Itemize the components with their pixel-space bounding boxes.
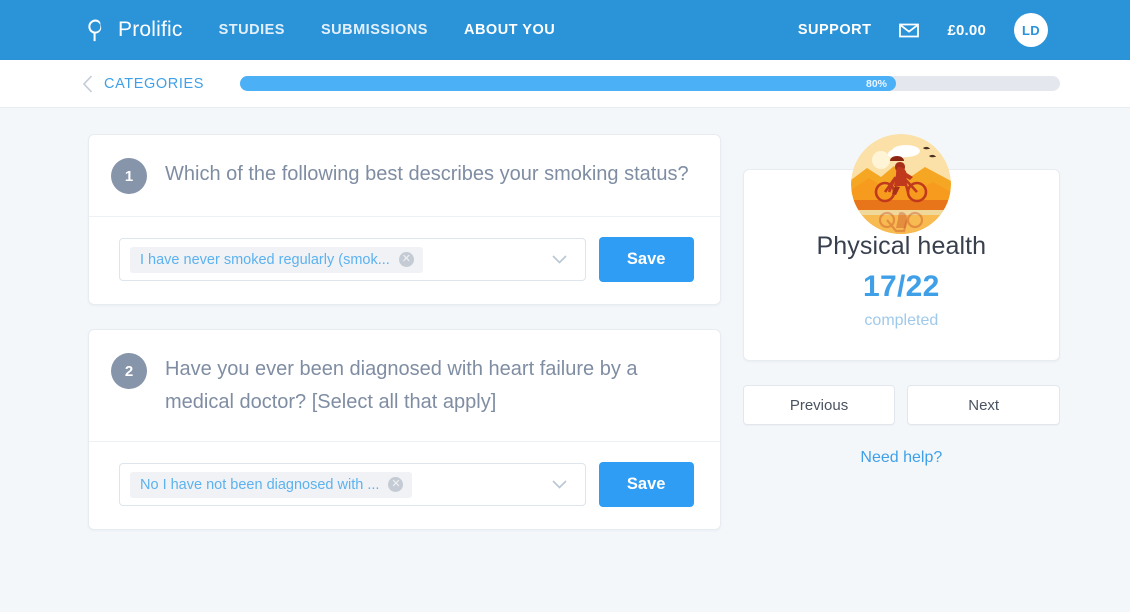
question-header: 2 Have you ever been diagnosed with hear… [89, 330, 720, 441]
nav-item-studies[interactable]: STUDIES [219, 22, 285, 38]
close-circle-icon[interactable]: ✕ [388, 477, 404, 492]
prolific-logo-icon [88, 19, 102, 41]
nav-item-submissions[interactable]: SUBMISSIONS [321, 22, 428, 38]
selected-answer-chip: I have never smoked regularly (smok... ✕ [130, 246, 423, 273]
main-content: 1 Which of the following best describes … [0, 108, 1130, 554]
question-card: 2 Have you ever been diagnosed with hear… [88, 329, 721, 530]
nav-item-about-you[interactable]: ABOUT YOU [464, 22, 555, 38]
question-text: Have you ever been diagnosed with heart … [165, 358, 638, 413]
need-help-link[interactable]: Need help? [743, 449, 1060, 467]
completed-count: 17/22 [863, 270, 940, 303]
question-text: Which of the following best describes yo… [165, 163, 689, 185]
question-number-badge: 2 [111, 353, 147, 389]
back-to-categories-link[interactable]: CATEGORIES [82, 74, 204, 93]
progress-bar-track: 80% [240, 76, 1060, 91]
question-answer-row: I have never smoked regularly (smok... ✕… [89, 216, 720, 304]
avatar[interactable]: LD [1014, 13, 1048, 47]
completed-label: completed [864, 312, 939, 329]
sub-header-bar: CATEGORIES 80% [0, 60, 1130, 108]
question-number-badge: 1 [111, 158, 147, 194]
account-balance: £0.00 [947, 21, 986, 39]
question-header: 1 Which of the following best describes … [89, 135, 720, 216]
questions-column: 1 Which of the following best describes … [88, 134, 721, 554]
top-bar-right-group: SUPPORT £0.00 LD [798, 13, 1048, 47]
cyclist-illustration-icon [851, 134, 952, 234]
selected-answer-label: I have never smoked regularly (smok... [140, 251, 390, 268]
save-button[interactable]: Save [598, 462, 694, 507]
selected-answer-chip: No I have not been diagnosed with ... ✕ [130, 471, 413, 498]
answer-select[interactable]: No I have not been diagnosed with ... ✕ [119, 463, 586, 506]
brand-name: Prolific [118, 18, 183, 41]
brand-logo[interactable]: Prolific [82, 17, 183, 44]
support-link[interactable]: SUPPORT [798, 22, 872, 38]
save-button[interactable]: Save [598, 237, 694, 282]
answer-select[interactable]: I have never smoked regularly (smok... ✕ [119, 238, 586, 281]
chevron-left-icon [82, 74, 93, 93]
question-card: 1 Which of the following best describes … [88, 134, 721, 305]
previous-button[interactable]: Previous [742, 385, 896, 425]
selected-answer-label: No I have not been diagnosed with ... [140, 476, 380, 493]
envelope-icon[interactable] [899, 23, 920, 38]
next-button[interactable]: Next [907, 385, 1061, 425]
category-sidebar: Physical health 17/22 completed Previous… [742, 134, 1061, 467]
progress-percent-label: 80% [865, 77, 887, 90]
top-navigation-bar: Prolific STUDIES SUBMISSIONS ABOUT YOU S… [0, 0, 1130, 60]
pagination-buttons: Previous Next [742, 385, 1061, 425]
question-answer-row: No I have not been diagnosed with ... ✕ … [89, 441, 720, 529]
close-circle-icon[interactable]: ✕ [398, 252, 414, 267]
back-link-label: CATEGORIES [104, 75, 204, 92]
primary-nav: STUDIES SUBMISSIONS ABOUT YOU [219, 22, 556, 38]
progress-bar-fill: 80% [240, 76, 896, 91]
chevron-down-icon[interactable] [552, 480, 567, 489]
chevron-down-icon[interactable] [552, 255, 567, 264]
category-title: Physical health [816, 232, 987, 260]
category-card-wrapper: Physical health 17/22 completed [742, 134, 1060, 361]
